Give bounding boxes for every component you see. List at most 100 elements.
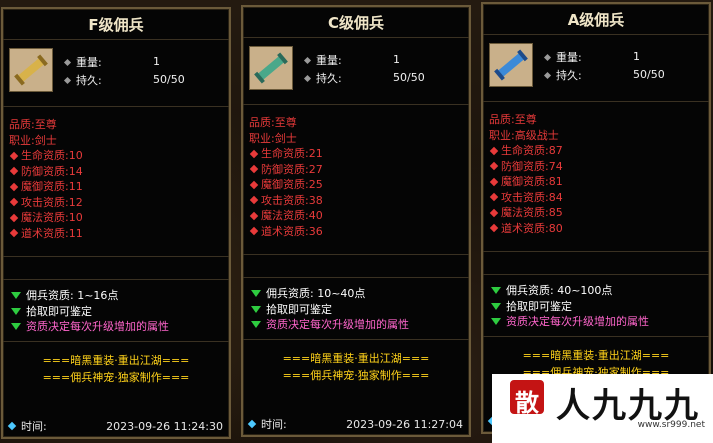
bonus-line: 佣兵资质: 40~100点 [491, 283, 709, 299]
diamond-bullet-icon [63, 76, 72, 84]
diamond-bullet-icon [489, 146, 499, 155]
diamond-bullet-icon [543, 71, 552, 79]
time-row: 时间: 2023-09-26 11:27:04 [243, 413, 469, 435]
time-row: 时间: 2023-09-26 11:24:30 [3, 415, 229, 437]
diamond-bullet-icon [9, 182, 19, 191]
weight-label: 重量: [76, 56, 102, 69]
time-label: 时间: [261, 418, 287, 431]
attribute-line: 攻击资质:84 [489, 190, 709, 206]
slogan-line: ===暗黑重装·重出江湖=== [522, 348, 670, 362]
weight-row: 重量: [63, 54, 102, 70]
scroll-icon [489, 43, 533, 87]
weight-row: 重量: [543, 49, 582, 65]
attribute-line: 生命资质:87 [489, 143, 709, 159]
green-arrow-icon [11, 307, 21, 315]
diamond-bullet-icon [543, 53, 552, 61]
attribute-line: 魔御资质:11 [9, 179, 229, 195]
green-arrow-icon [251, 305, 261, 313]
green-arrow-icon [491, 287, 501, 295]
attribute-line: 魔法资质:10 [9, 210, 229, 226]
profession-line: 职业:剑士 [9, 133, 57, 147]
quality-line: 品质:至尊 [249, 116, 297, 129]
attributes-section: 品质:至尊 职业:剑士 生命资质:21 防御资质:27 魔御资质:25 攻击资质… [243, 105, 469, 255]
profession-line: 职业:剑士 [249, 131, 297, 145]
weight-row: 重量: [303, 52, 342, 68]
attribute-line: 防御资质:14 [9, 164, 229, 180]
diamond-bullet-icon [7, 421, 17, 431]
durability-label: 持久: [316, 72, 342, 85]
diamond-bullet-icon [9, 167, 19, 176]
durability-label: 持久: [76, 74, 102, 87]
scroll-icon [9, 48, 53, 92]
diamond-bullet-icon [249, 180, 259, 189]
scroll-icon [249, 46, 293, 90]
attribute-line: 防御资质:27 [249, 162, 469, 178]
slogan-section: ===暗黑重装·重出江湖=== ===佣兵神宠·独家制作=== [3, 342, 229, 386]
slogan-line: ===暗黑重装·重出江湖=== [42, 353, 190, 367]
diamond-bullet-icon [9, 151, 19, 160]
slogan-line: ===暗黑重装·重出江湖=== [282, 351, 430, 365]
site-watermark-logo: 散 人九九九 www.sr999.net [492, 374, 713, 443]
seal-icon: 散 [510, 380, 544, 417]
diamond-bullet-icon [249, 196, 259, 205]
bonus-section: 佣兵资质: 10~40点 拾取即可鉴定 资质决定每次升级增加的属性 [243, 278, 469, 340]
tooltip-title: C级佣兵 [243, 7, 469, 38]
diamond-bullet-icon [489, 208, 499, 217]
diamond-bullet-icon [249, 149, 259, 158]
durability-value: 50/50 [633, 68, 665, 81]
bonus-line: 拾取即可鉴定 [491, 299, 709, 315]
time-value: 2023-09-26 11:24:30 [106, 419, 223, 433]
green-arrow-icon [491, 302, 501, 310]
weight-value: 1 [153, 55, 160, 68]
slogan-section: ===暗黑重装·重出江湖=== ===佣兵神宠·独家制作=== [243, 340, 469, 384]
spacer-section [3, 257, 229, 280]
bonus-line: 资质决定每次升级增加的属性 [251, 317, 469, 333]
durability-value: 50/50 [153, 73, 185, 86]
spacer-section [483, 252, 709, 275]
attribute-line: 道术资质:80 [489, 221, 709, 237]
diamond-bullet-icon [249, 165, 259, 174]
stats-section: 重量: 1 持久: 50/50 [243, 38, 469, 105]
item-tooltip-f: F级佣兵 重量: 1 持久: 50/50 品质:至尊 职业:剑士 生命资质:10 [1, 7, 231, 439]
weight-value: 1 [633, 50, 640, 63]
weight-value: 1 [393, 53, 400, 66]
bonus-line: 拾取即可鉴定 [251, 302, 469, 318]
attribute-line: 道术资质:11 [9, 226, 229, 242]
time-label: 时间: [21, 420, 47, 433]
profession-line: 职业:高级战士 [489, 128, 559, 142]
attribute-line: 道术资质:36 [249, 224, 469, 240]
bonus-line: 佣兵资质: 10~40点 [251, 286, 469, 302]
attribute-line: 生命资质:21 [249, 146, 469, 162]
durability-row: 持久: [63, 72, 102, 88]
bonus-line: 资质决定每次升级增加的属性 [11, 319, 229, 335]
durability-row: 持久: [543, 67, 582, 83]
item-tooltip-c: C级佣兵 重量: 1 持久: 50/50 品质:至尊 职业:剑士 生命资质:21 [241, 5, 471, 437]
attribute-line: 魔御资质:81 [489, 174, 709, 190]
diamond-bullet-icon [249, 227, 259, 236]
diamond-bullet-icon [489, 177, 499, 186]
diamond-bullet-icon [247, 419, 257, 429]
bonus-line: 资质决定每次升级增加的属性 [491, 314, 709, 330]
diamond-bullet-icon [489, 162, 499, 171]
time-value: 2023-09-26 11:27:04 [346, 417, 463, 431]
green-arrow-icon [251, 290, 261, 298]
green-arrow-icon [491, 318, 501, 326]
weight-label: 重量: [556, 51, 582, 64]
green-arrow-icon [11, 323, 21, 331]
diamond-bullet-icon [63, 58, 72, 66]
tooltip-title: F级佣兵 [3, 9, 229, 40]
quality-line: 品质:至尊 [489, 113, 537, 126]
durability-value: 50/50 [393, 71, 425, 84]
slogan-line: ===佣兵神宠·独家制作=== [42, 370, 190, 384]
durability-row: 持久: [303, 70, 342, 86]
spacer-section [243, 255, 469, 278]
weight-label: 重量: [316, 54, 342, 67]
attribute-line: 魔法资质:40 [249, 208, 469, 224]
bonus-line: 佣兵资质: 1~16点 [11, 288, 229, 304]
attribute-line: 攻击资质:12 [9, 195, 229, 211]
attribute-line: 防御资质:74 [489, 159, 709, 175]
green-arrow-icon [251, 321, 261, 329]
quality-line: 品质:至尊 [9, 118, 57, 131]
slogan-line: ===佣兵神宠·独家制作=== [282, 368, 430, 382]
green-arrow-icon [11, 292, 21, 300]
